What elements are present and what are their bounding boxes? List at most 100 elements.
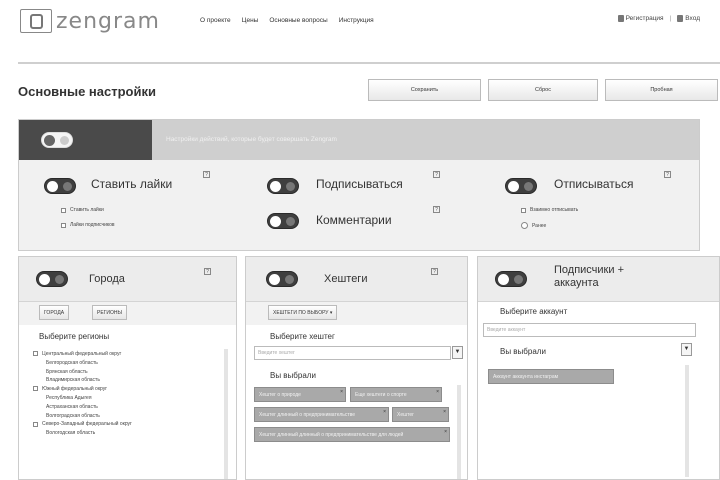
checkbox-icon [61,207,66,213]
cities-panel: Города ? ГОРОДА РЕГИОНЫ Выберите регионы… [18,256,237,480]
unfollow-help-icon[interactable]: ? [664,171,671,178]
reset-button[interactable]: Сброс [488,79,598,101]
tab-regions[interactable]: РЕГИОНЫ [92,305,127,320]
nav-item-prices[interactable]: Цены [242,17,259,24]
unfollow-label: Отписываться [554,177,634,191]
user-icon [617,15,624,22]
likes-help-icon[interactable]: ? [203,171,210,178]
accounts-toggle[interactable] [495,271,527,287]
nav-item-about[interactable]: О проекте [200,17,231,24]
hashtags-panel-header: Хештеги ? [246,257,467,302]
tree-item[interactable]: Вологодская область [33,429,132,438]
unfollow-toggle[interactable] [505,178,537,194]
comments-label: Комментарии [316,213,392,227]
logo[interactable]: zengram [20,8,165,34]
save-button[interactable]: Сохранить [368,79,481,101]
hashtags-mode-dropdown[interactable]: ХЕШТЕГИ ПО ВЫБОРУ ▾ [268,305,338,320]
remove-icon[interactable]: × [436,389,439,395]
nav-item-instructions[interactable]: Инструкция [339,17,374,24]
checkbox-icon [61,222,66,228]
trial-button[interactable]: Пробная [605,79,718,101]
tree-item[interactable]: Волгоградская область [33,412,132,421]
header-divider [18,62,720,64]
tree-item[interactable]: Южный федеральный округ [33,385,132,394]
account-chip[interactable]: Аккаунт аккаунта инстаграм [488,369,614,384]
unfollow-option-1[interactable]: Взаимно отписывать [521,207,578,213]
auth-separator: | [669,15,672,23]
hashtags-scrollbar[interactable] [457,385,461,479]
master-toggle-area [19,120,152,160]
master-toggle[interactable] [41,132,73,148]
hashtag-chip[interactable]: Хештег длинный длинный о предприниматель… [254,427,450,442]
remove-icon[interactable]: × [340,389,343,395]
likes-toggle[interactable] [44,178,76,194]
hashtags-toggle[interactable] [266,271,298,287]
tree-item-label: Астраханская область [46,403,98,410]
collapse-icon [33,421,38,427]
comments-toggle[interactable] [267,213,299,229]
hashtags-panel: Хештеги ? ХЕШТЕГИ ПО ВЫБОРУ ▾ Выберите х… [245,256,468,480]
account-dropdown-arrow-icon[interactable]: ▼ [681,343,692,356]
cities-panel-header: Города ? [19,257,236,302]
tree-item[interactable]: Центральный федеральный округ [33,350,132,359]
tree-item-label: Белгородская область [46,359,98,366]
remove-icon[interactable]: × [444,429,447,435]
tree-item[interactable]: Брянская область [33,368,132,377]
accounts-title: Подписчики + аккаунта [554,264,624,290]
page-title: Основные настройки [18,84,156,99]
likes-option-1[interactable]: Ставить лайки [61,207,104,213]
account-select-label: Выберите аккаунт [500,307,568,316]
hashtag-input[interactable]: Введите хештег [254,346,451,360]
hashtag-chip[interactable]: Хештег о природе × [254,387,346,402]
tree-item[interactable]: Республика Адыгея [33,394,132,403]
tree-item[interactable]: Астраханская область [33,403,132,412]
comments-help-icon[interactable]: ? [433,206,440,213]
accounts-title-line2: аккаунта [554,277,599,289]
account-selected-label: Вы выбрали [500,347,546,356]
nav-item-faq[interactable]: Основные вопросы [269,17,327,24]
tree-item[interactable]: Северо-Западный федеральный округ [33,420,132,429]
unfollow-option-2[interactable]: Ранее [521,222,546,229]
accounts-scrollbar[interactable] [685,365,689,477]
tree-item[interactable]: Владимирская область [33,376,132,385]
hashtag-dropdown-arrow-icon[interactable]: ▼ [452,346,463,359]
tree-item-label: Вологодская область [46,430,96,437]
tree-item-label: Владимирская область [46,377,100,384]
logo-text: zengram [56,8,160,34]
tree-item[interactable]: Белгородская область [33,359,132,368]
tree-item-label: Республика Адыгея [46,394,92,401]
logo-icon [20,9,52,33]
hashtags-help-icon[interactable]: ? [431,268,438,275]
likes-label: Ставить лайки [91,177,173,191]
chip-label: Еще хештеги о спорте [355,391,407,398]
chip-label: Хештег длинный длинный о предприниматель… [259,431,404,438]
accounts-panel-header: Подписчики + аккаунта [478,257,719,302]
tree-item-label: Брянская область [46,368,88,375]
account-input[interactable]: Введите аккаунт [483,323,696,337]
register-link[interactable]: Регистрация [617,15,664,22]
login-link[interactable]: Вход [677,15,700,22]
chip-label: Хештег [397,411,414,418]
remove-icon[interactable]: × [383,409,386,415]
unfollow-option-2-label: Ранее [532,222,547,229]
tree-item-label: Волгоградская область [46,412,100,419]
follow-toggle[interactable] [267,178,299,194]
hashtag-chip[interactable]: Еще хештеги о спорте × [350,387,442,402]
hashtag-chip[interactable]: Хештег × [392,407,449,422]
collapse-icon [33,351,38,357]
chip-label: Хештег длинный о предпринимательстве [259,411,356,418]
tab-cities[interactable]: ГОРОДА [39,305,70,320]
cities-help-icon[interactable]: ? [204,268,211,275]
accounts-title-line1: Подписчики + [554,264,624,276]
radio-icon [521,222,528,229]
likes-option-2[interactable]: Лайки подписчиков [61,222,115,228]
regions-tree: Центральный федеральный округ Белгородск… [33,350,132,438]
tree-item-label: Северо-Западный федеральный округ [42,421,132,428]
follow-help-icon[interactable]: ? [433,171,440,178]
regions-scrollbar[interactable] [224,349,228,479]
hashtag-chip[interactable]: Хештег длинный о предпринимательстве × [254,407,389,422]
cities-toggle[interactable] [36,271,68,287]
checkbox-icon [521,207,526,213]
chip-label: Аккаунт аккаунта инстаграм [493,373,559,380]
remove-icon[interactable]: × [443,409,446,415]
